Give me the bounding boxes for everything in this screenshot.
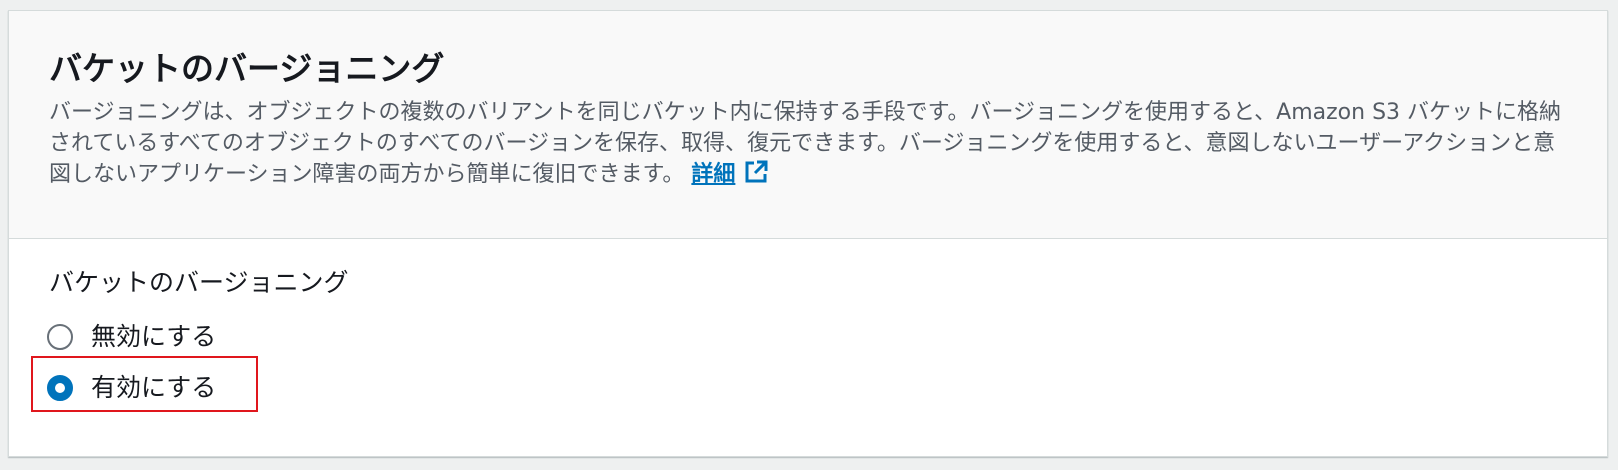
panel-title: バケットのバージョニング	[49, 49, 445, 88]
panel-description: バージョニングは、オブジェクトの複数のバリアントを同じバケット内に保持する手段で…	[49, 97, 1574, 190]
description-text: バージョニングは、オブジェクトの複数のバリアントを同じバケット内に保持する手段で…	[49, 100, 1562, 187]
radio-option-enable[interactable]: 有効にする	[47, 370, 216, 406]
learn-more-label: 詳細	[691, 162, 736, 187]
bucket-versioning-panel: バケットのバージョニング バージョニングは、オブジェクトの複数のバリアントを同じ…	[8, 10, 1608, 457]
radio-label-disable[interactable]: 無効にする	[91, 320, 216, 354]
external-link-icon[interactable]	[743, 159, 769, 185]
panel-header: バケットのバージョニング バージョニングは、オブジェクトの複数のバリアントを同じ…	[9, 11, 1607, 239]
radio-label-enable[interactable]: 有効にする	[91, 371, 216, 405]
versioning-field-label: バケットのバージョニング	[49, 268, 349, 297]
learn-more-link[interactable]: 詳細	[691, 162, 735, 187]
radio-button-disable[interactable]	[47, 324, 73, 350]
radio-button-enable[interactable]	[47, 375, 73, 401]
radio-option-disable[interactable]: 無効にする	[47, 319, 216, 355]
